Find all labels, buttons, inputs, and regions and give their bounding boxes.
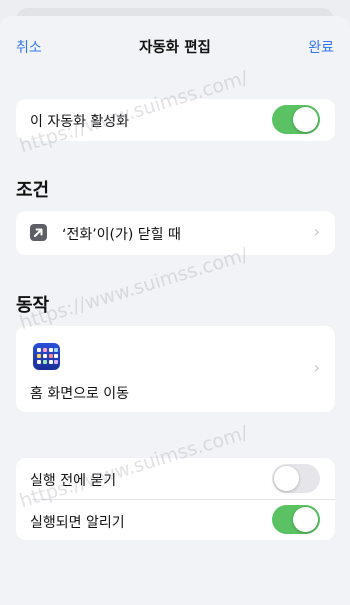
row-divider: [32, 499, 335, 500]
conditions-header: 조건: [16, 180, 50, 201]
toggle-knob: [274, 466, 299, 491]
toggle-knob: [293, 107, 318, 132]
enable-automation-toggle[interactable]: [272, 105, 320, 134]
watermark: https://www.suimss.com/: [16, 243, 251, 335]
page-title: 자동화 편집: [139, 40, 211, 56]
notify-when-run-label: 실행되면 알리기: [30, 515, 125, 531]
chevron-right-icon: ›: [313, 222, 320, 241]
enable-automation-row: 이 자동화 활성화: [16, 99, 335, 141]
ask-before-running-label: 실행 전에 묻기: [30, 473, 117, 489]
action-row[interactable]: 홈 화면으로 이동 ›: [16, 326, 335, 412]
toggle-knob: [293, 507, 318, 532]
edit-automation-sheet: 취소 자동화 편집 완료 이 자동화 활성화 조건 ‘전화’이(가) 닫힐 때 …: [0, 16, 350, 605]
condition-row[interactable]: ‘전화’이(가) 닫힐 때 ›: [16, 211, 335, 255]
done-button[interactable]: 완료: [308, 37, 334, 57]
navigation-bar: 취소 자동화 편집 완료: [0, 16, 350, 72]
enable-automation-label: 이 자동화 활성화: [30, 114, 130, 130]
condition-label: ‘전화’이(가) 닫힐 때: [62, 227, 181, 243]
notify-when-run-toggle[interactable]: [272, 505, 320, 534]
actions-header: 동작: [16, 295, 50, 316]
arrow-up-right-icon: [30, 224, 47, 241]
chevron-right-icon: ›: [313, 358, 320, 377]
ask-before-running-toggle[interactable]: [272, 464, 320, 493]
home-screen-app-icon: [33, 343, 60, 370]
action-label: 홈 화면으로 이동: [30, 386, 130, 402]
run-settings-card: 실행 전에 묻기 실행되면 알리기: [16, 458, 335, 540]
